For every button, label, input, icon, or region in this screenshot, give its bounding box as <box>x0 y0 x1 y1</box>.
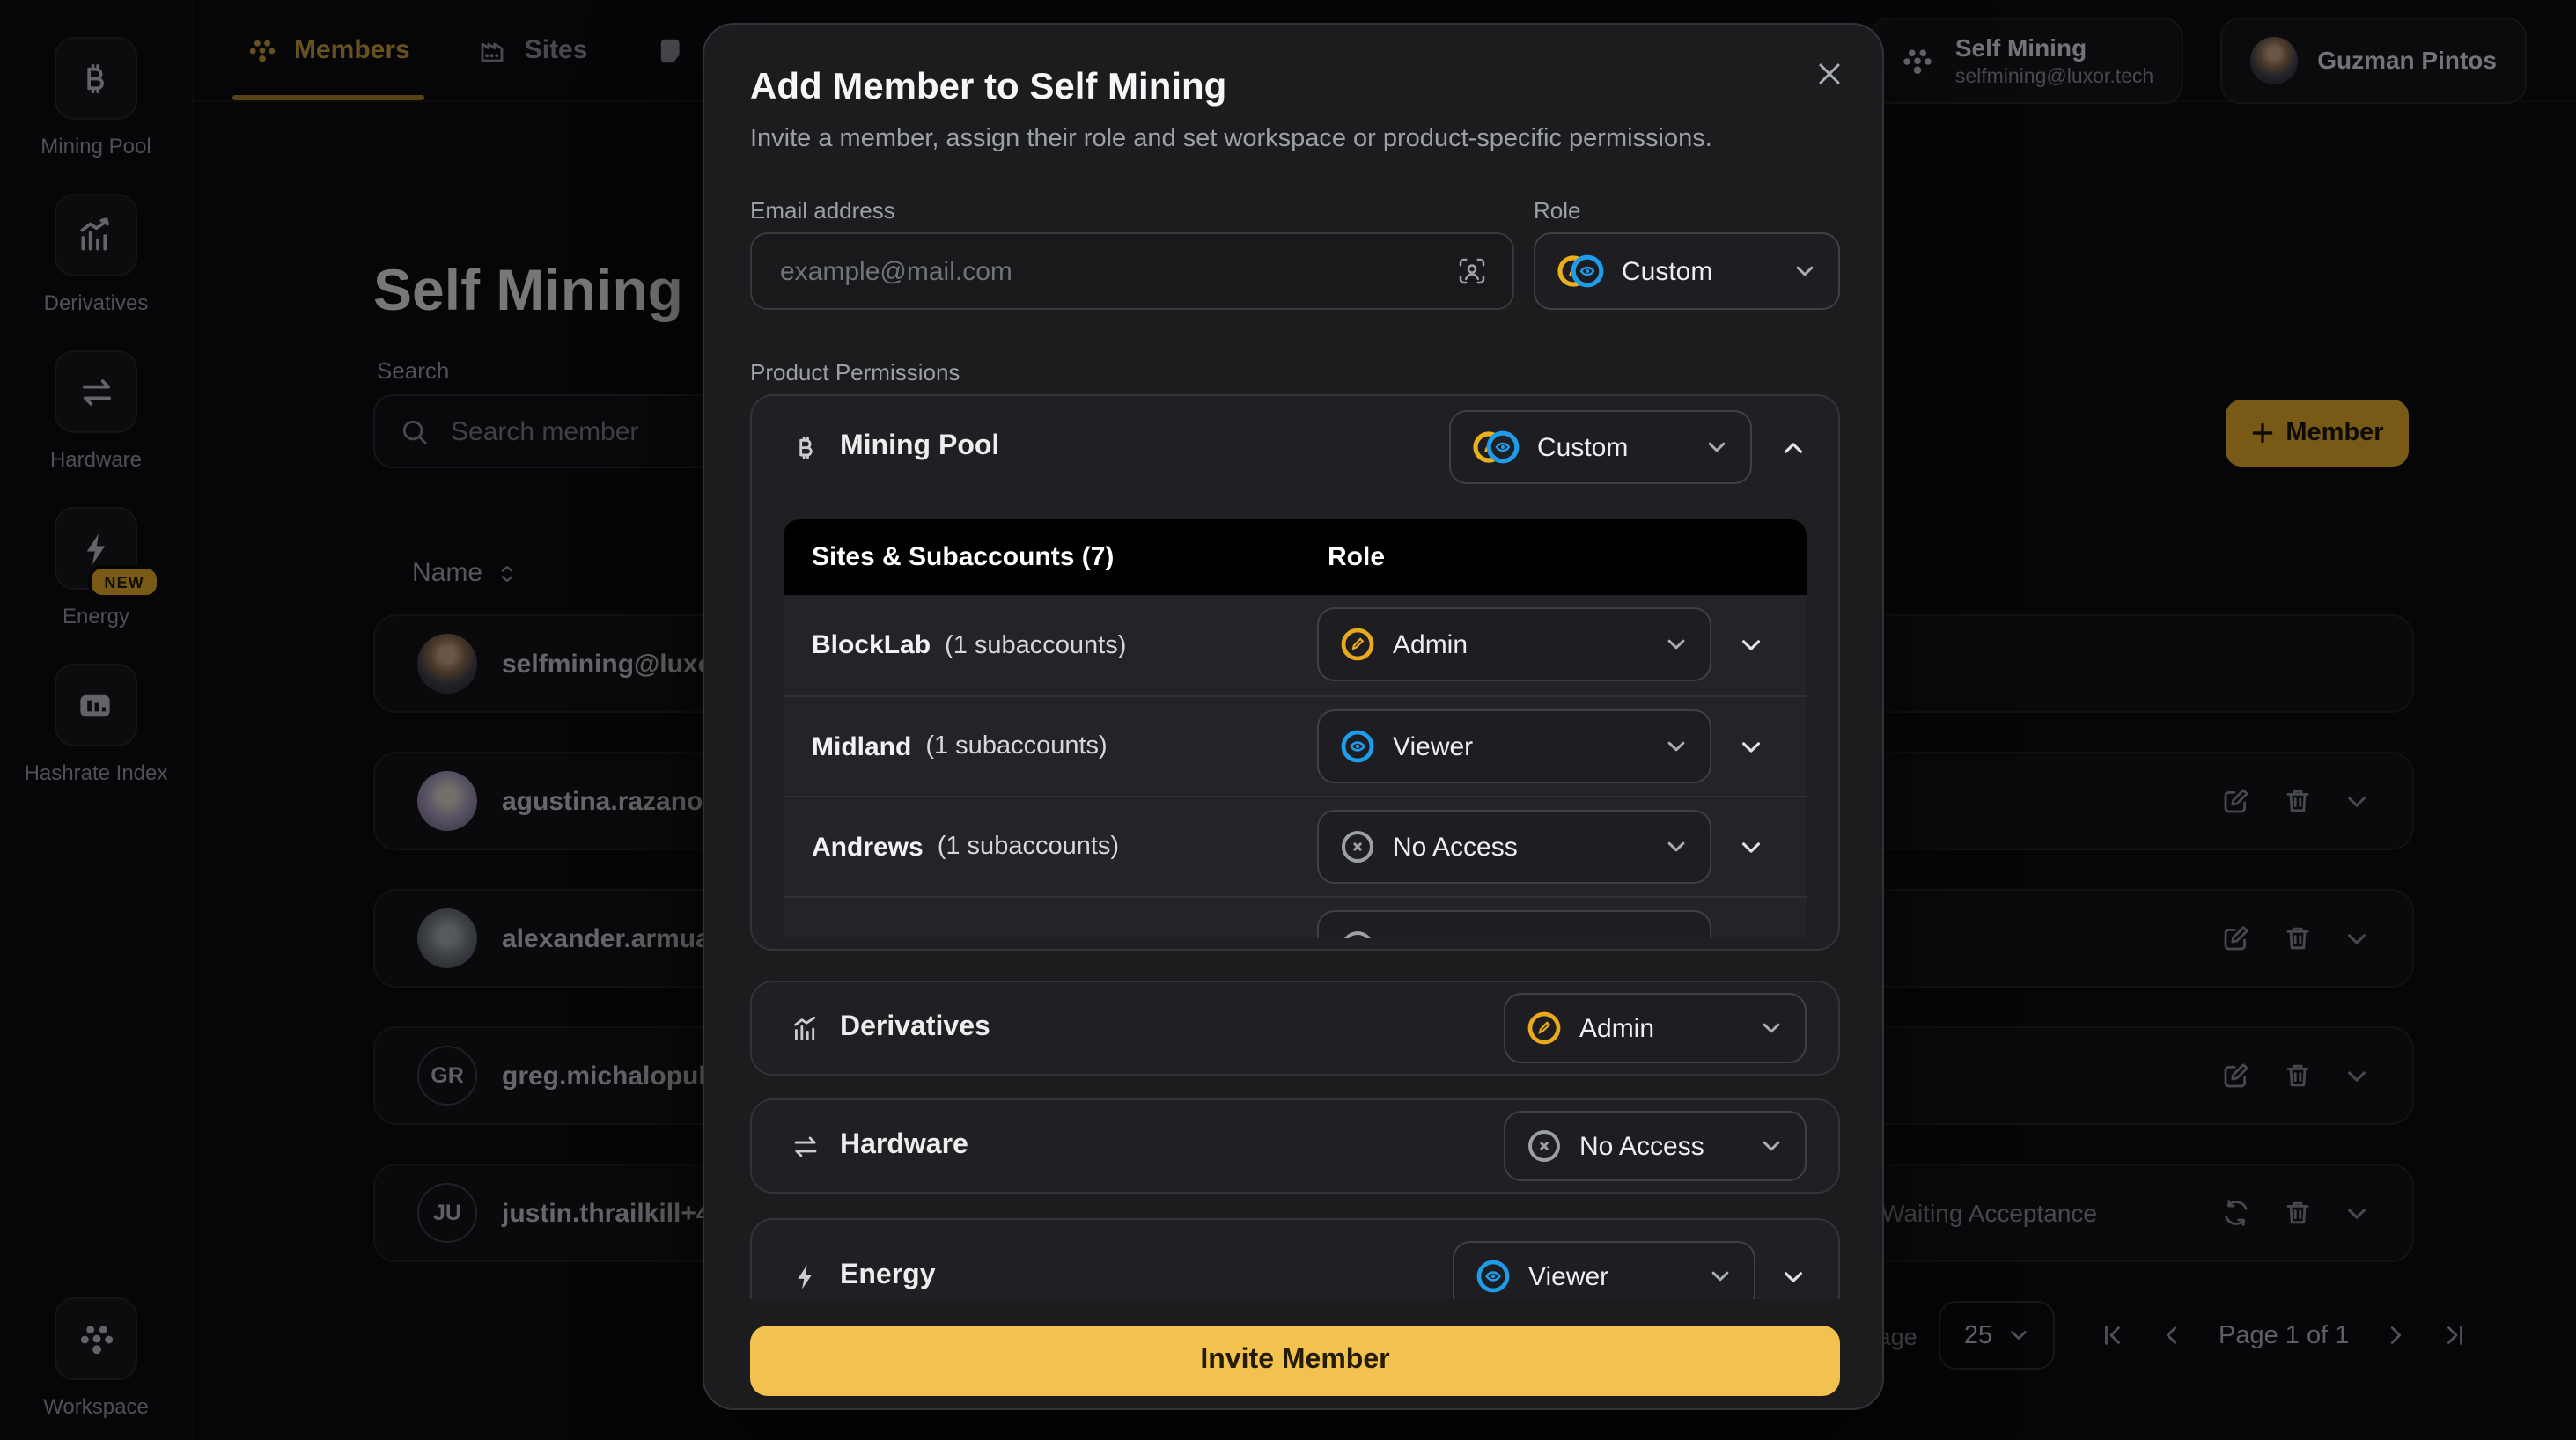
role-select[interactable]: Admin <box>1317 607 1711 681</box>
site-row <box>784 896 1807 938</box>
chevron-down-icon <box>1664 632 1689 657</box>
bitcoin-icon <box>791 432 821 462</box>
modal-subtitle: Invite a member, assign their role and s… <box>750 125 1712 153</box>
email-field-wrap <box>750 232 1514 310</box>
role-select[interactable]: Custom <box>1449 410 1752 484</box>
user-scan-icon[interactable] <box>1456 255 1488 287</box>
no-access-icon <box>1527 1128 1562 1164</box>
role-value: Admin <box>1579 1013 1741 1043</box>
product-name: Derivatives <box>840 1012 990 1044</box>
close-icon[interactable] <box>1815 60 1844 88</box>
role-select[interactable]: No Access <box>1317 810 1711 884</box>
expand-chevron-icon[interactable] <box>1738 697 1764 796</box>
no-access-icon <box>1340 929 1375 938</box>
role-value: Custom <box>1622 256 1775 286</box>
role-value: Custom <box>1537 432 1687 462</box>
subaccount-count: (1 subaccounts) <box>945 631 1126 659</box>
site-name: Andrews <box>812 832 924 862</box>
custom-role-icon <box>1557 253 1604 289</box>
role-label: Role <box>1534 197 1581 224</box>
chevron-down-icon <box>1792 259 1817 283</box>
viewer-eye-icon <box>1340 729 1375 764</box>
chevron-down-icon <box>1664 834 1689 859</box>
sites-column-header: Sites & Subaccounts (7) <box>812 542 1114 572</box>
product-card-mining-pool: Mining Pool Custom Sites & Subaccounts (… <box>750 394 1840 951</box>
role-value: No Access <box>1579 1131 1741 1161</box>
admin-pencil-icon <box>1340 627 1375 662</box>
role-value: Admin <box>1393 629 1646 659</box>
product-card-energy: Energy Viewer <box>750 1218 1840 1299</box>
product-card-hardware: Hardware No Access <box>750 1098 1840 1194</box>
role-select[interactable]: No Access <box>1504 1111 1807 1181</box>
chevron-down-icon <box>1759 1016 1784 1040</box>
site-row: Midland (1 subaccounts) Viewer <box>784 695 1807 796</box>
product-name: Hardware <box>840 1130 968 1162</box>
role-value: Viewer <box>1393 731 1646 761</box>
role-select[interactable]: Viewer <box>1317 709 1711 783</box>
lightning-icon <box>791 1261 821 1291</box>
product-name: Mining Pool <box>840 431 999 463</box>
invite-member-button[interactable]: Invite Member <box>750 1326 1840 1396</box>
subaccount-count: (1 subaccounts) <box>925 732 1107 760</box>
collapse-chevron-icon[interactable] <box>1780 434 1807 460</box>
sites-table: Sites & Subaccounts (7) Role BlockLab (1… <box>784 519 1807 938</box>
role-select[interactable]: Viewer <box>1453 1241 1755 1299</box>
chevron-down-icon <box>1664 734 1689 759</box>
custom-role-icon <box>1472 430 1520 465</box>
expand-chevron-icon[interactable] <box>1738 595 1764 695</box>
no-access-icon <box>1340 829 1375 864</box>
email-label: Email address <box>750 197 895 224</box>
product-name: Energy <box>840 1260 936 1292</box>
role-select[interactable] <box>1317 910 1711 938</box>
swap-arrows-icon <box>791 1131 821 1161</box>
derivatives-chart-icon <box>791 1013 821 1043</box>
site-name: BlockLab <box>812 630 931 660</box>
app-root: Mining Pool Derivatives Hardware NEW Ene… <box>0 0 2576 1440</box>
subaccount-count: (1 subaccounts) <box>938 833 1119 861</box>
email-field[interactable] <box>776 254 1439 288</box>
chevron-down-icon <box>1708 1264 1733 1289</box>
role-column-header: Role <box>1328 542 1385 572</box>
site-name: Midland <box>812 731 911 761</box>
site-row: BlockLab (1 subaccounts) Admin <box>784 595 1807 695</box>
modal-title: Add Member to Self Mining <box>750 67 1226 109</box>
viewer-eye-icon <box>1476 1259 1511 1294</box>
product-card-derivatives: Derivatives Admin <box>750 981 1840 1076</box>
role-select[interactable]: Custom <box>1534 232 1840 310</box>
add-member-modal: Add Member to Self Mining Invite a membe… <box>703 23 1884 1410</box>
site-row: Andrews (1 subaccounts) No Access <box>784 796 1807 896</box>
role-value: No Access <box>1393 832 1646 862</box>
expand-chevron-icon[interactable] <box>1780 1263 1807 1289</box>
chevron-down-icon <box>1759 1134 1784 1158</box>
expand-chevron-icon[interactable] <box>1738 797 1764 896</box>
product-permissions-label: Product Permissions <box>750 359 960 386</box>
role-value: Viewer <box>1528 1261 1690 1291</box>
role-select[interactable]: Admin <box>1504 993 1807 1063</box>
admin-pencil-icon <box>1527 1010 1562 1046</box>
chevron-down-icon <box>1704 435 1729 459</box>
products-scroll-clip: Energy Viewer <box>704 1218 1882 1299</box>
